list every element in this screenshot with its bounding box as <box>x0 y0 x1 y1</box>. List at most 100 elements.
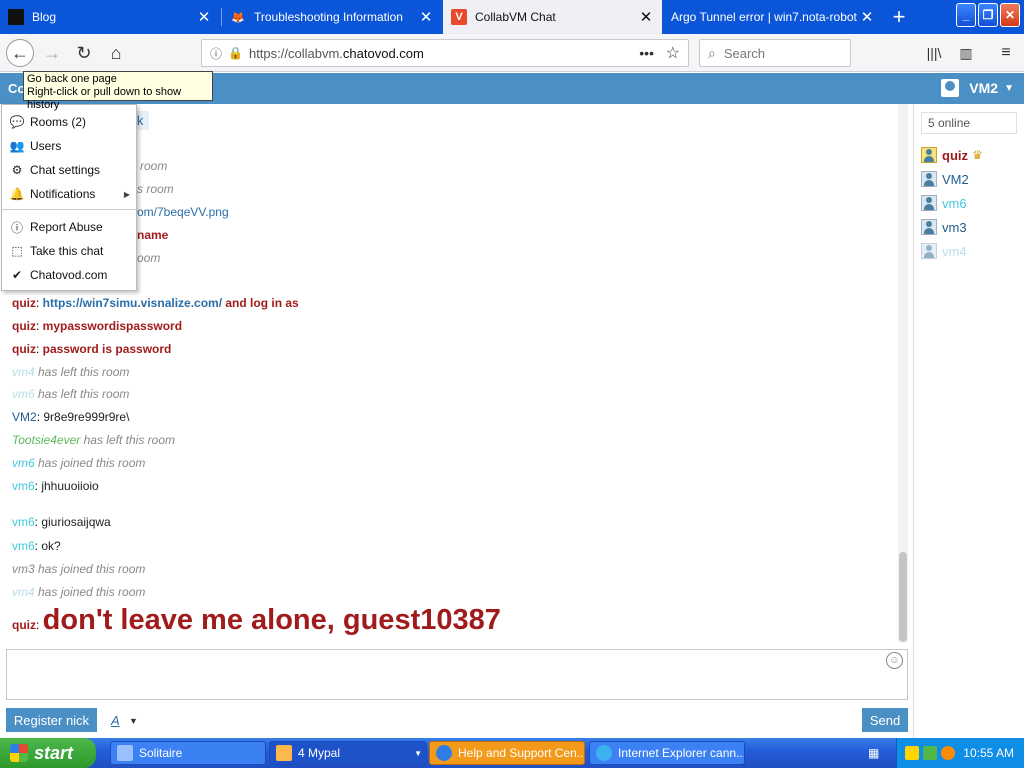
search-input[interactable]: ⌕ Search <box>699 39 851 67</box>
taskbar-item-help-support[interactable]: Help and Support Cen... <box>429 741 585 765</box>
menu-item-take-chat[interactable]: ⬚ Take this chat <box>2 240 136 262</box>
user-list-item[interactable]: VM2 <box>921 170 969 188</box>
clock[interactable]: 10:55 AM <box>963 746 1014 760</box>
bookmark-star-icon[interactable]: ☆ <box>666 43 680 63</box>
sidebar-icon[interactable]: ▥ <box>956 43 976 63</box>
chat-message: vm6: jhhuuoiioio <box>12 479 99 493</box>
message-text: has joined this room <box>34 456 146 470</box>
start-button[interactable]: start <box>0 738 96 768</box>
user-list-item[interactable]: vm3 <box>921 218 967 236</box>
scrollbar-thumb[interactable] <box>899 552 907 642</box>
menu-item-users[interactable]: 👥 Users <box>2 135 136 157</box>
close-window-button[interactable]: ✕ <box>1000 3 1020 27</box>
menu-item-label: Users <box>30 139 62 153</box>
tab-argo-tunnel[interactable]: Argo Tunnel error | win7.nota-robot.com … <box>663 0 883 34</box>
menu-item-rooms[interactable]: 💬 Rooms (2) <box>2 111 136 133</box>
tab-collabvm-chat[interactable]: V CollabVM Chat ✕ <box>443 0 662 34</box>
settings-gear-icon: ⚙ <box>11 163 23 177</box>
user-list-item[interactable]: vm4 <box>921 242 967 260</box>
navigation-toolbar: ← → ↻ ⌂ ⓘ 🔒 https://collabvm.chatovod.co… <box>0 34 1024 72</box>
close-tab-icon[interactable]: ✕ <box>636 8 656 26</box>
menu-item-notifications[interactable]: 🔔 Notifications ▶ <box>2 183 136 205</box>
smiley-icon[interactable]: ☺ <box>886 652 903 669</box>
message-nick[interactable]: Tootsie4ever <box>12 433 80 447</box>
message-nick[interactable]: vm6 <box>12 539 35 553</box>
message-nick[interactable]: quiz <box>12 618 36 632</box>
menu-item-report-abuse[interactable]: ⓘ Report Abuse <box>2 216 136 238</box>
user-icon <box>921 195 937 211</box>
maximize-button[interactable]: ❐ <box>978 3 998 27</box>
message-nick[interactable]: quiz <box>12 342 36 356</box>
back-button[interactable]: ← <box>6 39 34 67</box>
search-tray-icon[interactable] <box>941 746 956 760</box>
message-partial-link[interactable]: om/7beqeVV.png <box>137 205 229 219</box>
reload-button[interactable]: ↻ <box>70 39 98 67</box>
taskbar-item-label: Internet Explorer cann... <box>618 746 745 760</box>
taskbar-item-mypal[interactable]: 4 Mypal ▼ <box>269 741 427 765</box>
network-icon[interactable] <box>923 746 938 760</box>
firefox-icon: 🦊 <box>231 11 245 24</box>
message-nick[interactable]: quiz <box>12 296 36 310</box>
send-button[interactable]: Send <box>862 708 908 732</box>
font-style-button[interactable]: A <box>111 713 120 728</box>
solitaire-icon <box>117 745 133 761</box>
message-text: has joined this room <box>34 562 146 576</box>
message-nick[interactable]: vm6 <box>12 479 35 493</box>
keyboard-icon[interactable]: ▦ <box>868 746 879 760</box>
chevron-down-icon[interactable]: ▼ <box>129 716 138 726</box>
message-sep: : <box>36 618 43 632</box>
windows-logo-icon <box>10 744 28 762</box>
chatovod-icon: V <box>451 9 467 25</box>
close-tab-icon[interactable]: ✕ <box>857 8 877 26</box>
chat-main-menu: 💬 Rooms (2) 👥 Users ⚙ Chat settings 🔔 Notifi… <box>1 104 137 291</box>
menu-item-label: Chatovod.com <box>30 268 108 282</box>
message-link[interactable]: https://win7simu.visnalize.com/ <box>43 296 222 310</box>
close-tab-icon[interactable]: ✕ <box>416 8 436 26</box>
chat-message: vm6: giuriosaijqwa <box>12 515 111 529</box>
message-nick[interactable]: vm4 <box>12 585 35 599</box>
user-icon <box>921 219 937 235</box>
search-icon: ⌕ <box>708 44 716 61</box>
message-nick[interactable]: vm6 <box>12 515 35 529</box>
crown-icon: ♛ <box>972 148 983 162</box>
message-nick[interactable]: vm3 <box>12 562 35 576</box>
windows-taskbar: start Solitaire 4 Mypal ▼ Help and Suppo… <box>0 738 1024 768</box>
user-list-item[interactable]: quiz ♛ <box>921 146 983 164</box>
security-shield-icon[interactable] <box>905 746 920 760</box>
menu-item-chat-settings[interactable]: ⚙ Chat settings <box>2 159 136 181</box>
tab-troubleshooting[interactable]: 🦊 Troubleshooting Information ✕ <box>222 0 442 34</box>
home-button[interactable]: ⌂ <box>102 39 130 67</box>
library-icon[interactable]: |||\ <box>924 43 944 63</box>
close-tab-icon[interactable]: ✕ <box>194 8 214 26</box>
menu-item-chatovod[interactable]: ✔ Chatovod.com <box>2 264 136 286</box>
hamburger-menu-icon[interactable]: ≡ <box>996 43 1016 63</box>
message-text: has left this room <box>34 387 130 401</box>
menu-item-label: Notifications <box>30 187 96 201</box>
tab-blog[interactable]: Blog ✕ <box>0 0 220 34</box>
info-icon[interactable]: ⓘ <box>210 45 222 62</box>
url-bar[interactable]: ⓘ 🔒 https://collabvm.chatovod.com ••• ☆ <box>201 39 689 67</box>
chat-message: VM2: 9r8e9re999r9re\ <box>12 410 129 424</box>
frame-icon: ⬚ <box>11 244 23 258</box>
new-tab-button[interactable]: + <box>884 0 914 34</box>
current-user-name: VM2 <box>969 80 999 96</box>
current-user-menu[interactable]: VM2 ▼ <box>941 79 1014 97</box>
menu-item-label: Report Abuse <box>30 220 103 234</box>
page-actions-icon[interactable]: ••• <box>639 45 654 61</box>
taskbar-item-internet-explorer[interactable]: Internet Explorer cann... <box>589 741 745 765</box>
taskbar-item-solitaire[interactable]: Solitaire <box>110 741 266 765</box>
user-list-item[interactable]: vm6 <box>921 194 967 212</box>
minimize-button[interactable]: _ <box>956 3 976 27</box>
message-nick[interactable]: vm6 <box>12 387 35 401</box>
submenu-arrow-icon: ▶ <box>123 189 130 199</box>
message-nick[interactable]: quiz <box>12 319 36 333</box>
system-message: vm6 has joined this room <box>12 456 145 470</box>
message-nick[interactable]: VM2 <box>12 410 37 424</box>
forward-button[interactable]: → <box>38 39 66 67</box>
message-text: has left this room <box>80 433 175 447</box>
message-nick[interactable]: vm4 <box>12 365 35 379</box>
message-input[interactable] <box>6 649 908 700</box>
message-nick[interactable]: vm6 <box>12 456 35 470</box>
register-nick-button[interactable]: Register nick <box>6 708 97 732</box>
taskbar-item-label: Solitaire <box>139 746 183 760</box>
